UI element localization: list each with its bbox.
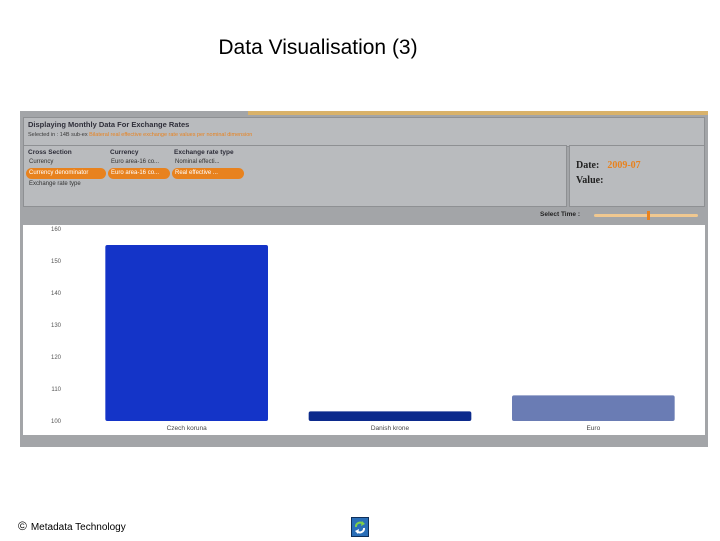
x-tick-label: Czech koruna (167, 425, 207, 432)
y-tick-label: 120 (51, 355, 62, 361)
filter-option-selected[interactable]: Real effective ... (172, 168, 244, 179)
bar-czech-koruna[interactable] (105, 245, 268, 421)
topbar-accent (248, 111, 708, 115)
value-label: Value: (576, 175, 604, 186)
subtitle-prefix: Selected in : 14B sub-ex (28, 132, 88, 138)
dataset-title: Displaying Monthly Data For Exchange Rat… (28, 120, 190, 129)
header-panel: Displaying Monthly Data For Exchange Rat… (23, 117, 705, 147)
bar-euro[interactable] (512, 395, 675, 421)
slide-title: Data Visualisation (3) (218, 36, 418, 59)
time-label: Select Time : (540, 211, 580, 218)
chart-area: 100 110 120 130 140 150 160 Czech koruna Danish … (23, 225, 705, 435)
filter-option[interactable]: Currency (26, 157, 106, 168)
filter-column-cross-section: Cross Section Currency Currency denomina… (26, 148, 106, 190)
info-panel: Date: 2009-07 Value: (569, 145, 705, 207)
filter-option[interactable]: Exchange rate type (26, 179, 106, 190)
refresh-arrows-icon (351, 517, 369, 537)
x-tick-label: Euro (586, 425, 600, 432)
y-tick-label: 140 (51, 291, 62, 297)
date-label: Date: (576, 160, 600, 171)
filter-heading: Exchange rate type (174, 149, 234, 156)
y-tick-label: 100 (51, 419, 62, 425)
time-slider-handle[interactable] (646, 211, 650, 220)
y-tick-label: 110 (51, 387, 61, 393)
value-row: Value: (576, 175, 611, 186)
visualisation-app: Displaying Monthly Data For Exchange Rat… (20, 111, 708, 447)
y-tick-label: 130 (51, 323, 62, 329)
x-tick-label: Danish krone (371, 425, 410, 432)
filter-heading: Cross Section (28, 149, 72, 156)
bar-danish-krone[interactable] (308, 411, 472, 421)
time-selector: Select Time : (20, 208, 708, 224)
dataset-subtitle: Selected in : 14B sub-ex Bilateral real … (28, 132, 252, 138)
filter-option-selected[interactable]: Euro area-16 co... (108, 168, 170, 179)
copyright-symbol: © (18, 519, 27, 533)
y-tick-label: 150 (51, 259, 62, 265)
date-row: Date: 2009-07 (576, 160, 641, 171)
filter-option[interactable]: Euro area-16 co... (108, 157, 170, 168)
footer-copyright: © Metadata Technology (18, 519, 126, 533)
filter-option[interactable]: Nominal effecti... (172, 157, 244, 168)
filter-heading: Currency (110, 149, 139, 156)
filter-column-exchange-rate-type: Exchange rate type Nominal effecti... Re… (172, 148, 244, 179)
filter-panel: Cross Section Currency Currency denomina… (23, 145, 567, 207)
footer-text: Metadata Technology (30, 522, 126, 533)
subtitle-highlight[interactable]: Bilateral real effective exchange rate v… (89, 132, 252, 138)
filter-option-selected[interactable]: Currency denominator (26, 168, 106, 179)
date-value: 2009-07 (607, 160, 641, 171)
y-tick-label: 160 (51, 227, 62, 233)
bar-chart: 100 110 120 130 140 150 160 Czech koruna Danish … (51, 227, 675, 432)
filter-column-currency: Currency Euro area-16 co... Euro area-16… (108, 148, 170, 179)
